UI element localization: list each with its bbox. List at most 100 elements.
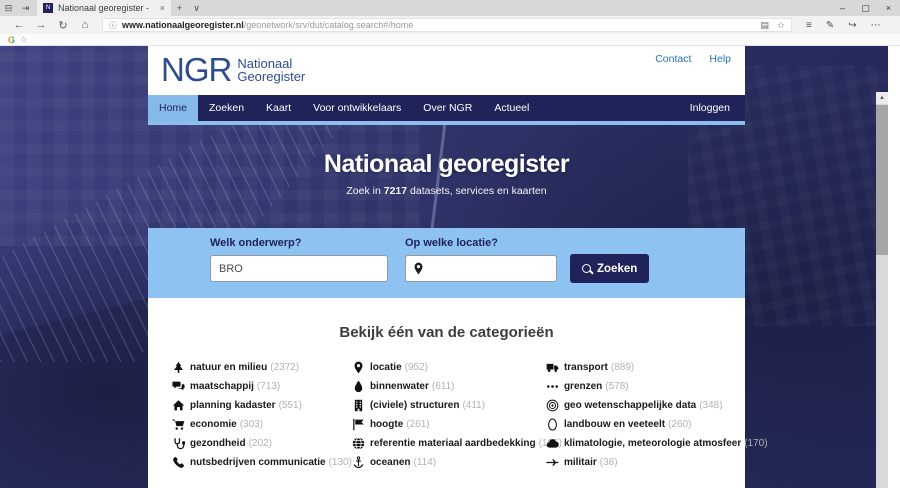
- truck-icon: [546, 361, 559, 374]
- category-name: klimatologie, meteorologie atmosfeer: [564, 438, 741, 449]
- category-name: referentie materiaal aardbedekking: [370, 438, 536, 449]
- window-controls: – ▢ ×: [831, 3, 900, 14]
- target-icon: [546, 399, 559, 412]
- close-button[interactable]: ×: [877, 3, 900, 14]
- category-item[interactable]: (civiele) structuren(411): [352, 396, 546, 415]
- bookmark-star-icon[interactable]: ☆: [20, 35, 27, 44]
- contact-link[interactable]: Contact: [655, 53, 691, 65]
- category-item[interactable]: gezondheid(202): [172, 434, 352, 453]
- ngr-logo[interactable]: NGR Nationaal Georegister: [161, 51, 305, 89]
- category-name: geo wetenschappelijke data: [564, 400, 696, 411]
- category-count: (611): [432, 381, 455, 392]
- category-name: economie: [190, 419, 237, 430]
- speech-icon: [172, 380, 185, 393]
- scroll-up-icon[interactable]: ▲: [876, 92, 888, 104]
- location-input[interactable]: [405, 255, 557, 282]
- categories-heading: Bekijk één van de categorieën: [148, 298, 745, 341]
- nav-item-voor-ontwikkelaars[interactable]: Voor ontwikkelaars: [302, 95, 412, 121]
- category-item[interactable]: landbouw en veeteelt(260): [546, 415, 768, 434]
- category-count: (411): [462, 400, 485, 411]
- category-name: natuur en milieu: [190, 362, 267, 373]
- category-item[interactable]: oceanen(114): [352, 453, 546, 472]
- category-item[interactable]: referentie materiaal aardbedekking(186): [352, 434, 546, 453]
- anchor-icon: [352, 456, 365, 469]
- tab-close-icon[interactable]: ×: [160, 3, 165, 13]
- help-link[interactable]: Help: [709, 53, 731, 65]
- minimize-button[interactable]: –: [831, 3, 854, 14]
- category-item[interactable]: binnenwater(611): [352, 377, 546, 396]
- stethoscope-icon: [172, 437, 185, 450]
- category-name: grenzen: [564, 381, 602, 392]
- category-item[interactable]: militair(38): [546, 453, 768, 472]
- topic-input[interactable]: [210, 255, 388, 282]
- category-count: (303): [240, 419, 263, 430]
- category-item[interactable]: nutsbedrijven communicatie(130): [172, 453, 352, 472]
- category-count: (952): [405, 362, 428, 373]
- hub-icon[interactable]: ≡: [806, 20, 812, 31]
- category-count: (130): [329, 457, 352, 468]
- category-count: (578): [605, 381, 628, 392]
- search-button[interactable]: Zoeken: [570, 254, 649, 283]
- category-item[interactable]: hoogte(261): [352, 415, 546, 434]
- nav-item-inloggen[interactable]: Inloggen: [675, 95, 745, 121]
- category-count: (260): [668, 419, 691, 430]
- share-icon[interactable]: ↪: [848, 20, 856, 31]
- web-note-icon[interactable]: ✎: [826, 20, 834, 31]
- header-links: Contact Help: [655, 53, 731, 65]
- restore-button[interactable]: ▢: [854, 3, 877, 14]
- address-input[interactable]: ⓘ www.nationaalgeoregister.nl /geonetwor…: [102, 18, 792, 32]
- category-column: locatie(952)binnenwater(611)(civiele) st…: [352, 358, 546, 472]
- category-count: (170): [744, 438, 767, 449]
- browser-tab[interactable]: N Nationaal georegister - ×: [37, 0, 171, 16]
- reading-view-icon[interactable]: ▤: [760, 20, 769, 31]
- category-name: locatie: [370, 362, 402, 373]
- category-count: (114): [414, 457, 437, 468]
- category-count: (348): [699, 400, 722, 411]
- new-tab-button[interactable]: +: [171, 3, 188, 13]
- site-info-icon[interactable]: ⓘ: [109, 20, 117, 31]
- category-item[interactable]: locatie(952): [352, 358, 546, 377]
- category-item[interactable]: maatschappij(713): [172, 377, 352, 396]
- refresh-icon[interactable]: ↻: [52, 19, 74, 32]
- cloud-icon: [546, 437, 559, 450]
- page-header: NGR Nationaal Georegister Contact Help: [148, 46, 745, 95]
- category-item[interactable]: transport(889): [546, 358, 768, 377]
- nav-item-kaart[interactable]: Kaart: [255, 95, 302, 121]
- more-options-icon[interactable]: ⋯: [871, 20, 881, 31]
- tab-preview-toggle-icon[interactable]: ∨: [188, 3, 205, 14]
- category-column: transport(889)grenzen(578)geo wetenschap…: [546, 358, 768, 472]
- nav-item-zoeken[interactable]: Zoeken: [198, 95, 255, 121]
- hero: Nationaal georegister Zoek in 7217 datas…: [148, 125, 745, 228]
- category-name: maatschappij: [190, 381, 254, 392]
- bookmark-favicon[interactable]: G: [8, 35, 15, 45]
- scrollbar-thumb[interactable]: [876, 105, 888, 255]
- location-pin-icon: [412, 261, 425, 276]
- category-count: (38): [600, 457, 618, 468]
- nav-item-home[interactable]: Home: [148, 95, 198, 121]
- category-item[interactable]: natuur en milieu(2372): [172, 358, 352, 377]
- phone-icon: [172, 456, 185, 469]
- nav-item-actueel[interactable]: Actueel: [483, 95, 540, 121]
- category-count: (2372): [270, 362, 299, 373]
- category-item[interactable]: planning kadaster(551): [172, 396, 352, 415]
- home-icon[interactable]: ⌂: [74, 19, 96, 31]
- tab-title: Nationaal georegister -: [58, 3, 156, 13]
- category-item[interactable]: grenzen(578): [546, 377, 768, 396]
- favorites-bar: G ☆: [0, 34, 900, 46]
- category-name: (civiele) structuren: [370, 400, 459, 411]
- category-name: gezondheid: [190, 438, 246, 449]
- forward-icon[interactable]: →: [30, 19, 52, 31]
- page-scrollbar[interactable]: ▲ ▼: [876, 92, 888, 488]
- jet-icon: [546, 456, 559, 469]
- set-tabs-aside-icon[interactable]: ⇥: [17, 3, 34, 14]
- category-name: nutsbedrijven communicatie: [190, 457, 326, 468]
- tab-preview-icon[interactable]: ⊟: [0, 3, 17, 14]
- category-item[interactable]: geo wetenschappelijke data(348): [546, 396, 768, 415]
- nav-item-over-ngr[interactable]: Over NGR: [412, 95, 483, 121]
- back-icon[interactable]: ←: [8, 19, 30, 31]
- category-item[interactable]: klimatologie, meteorologie atmosfeer(170…: [546, 434, 768, 453]
- category-count: (261): [406, 419, 429, 430]
- browser-toolbar-icons: ≡ ✎ ↪ ⋯: [806, 20, 881, 31]
- category-item[interactable]: economie(303): [172, 415, 352, 434]
- add-favorite-star-icon[interactable]: ☆: [777, 20, 785, 31]
